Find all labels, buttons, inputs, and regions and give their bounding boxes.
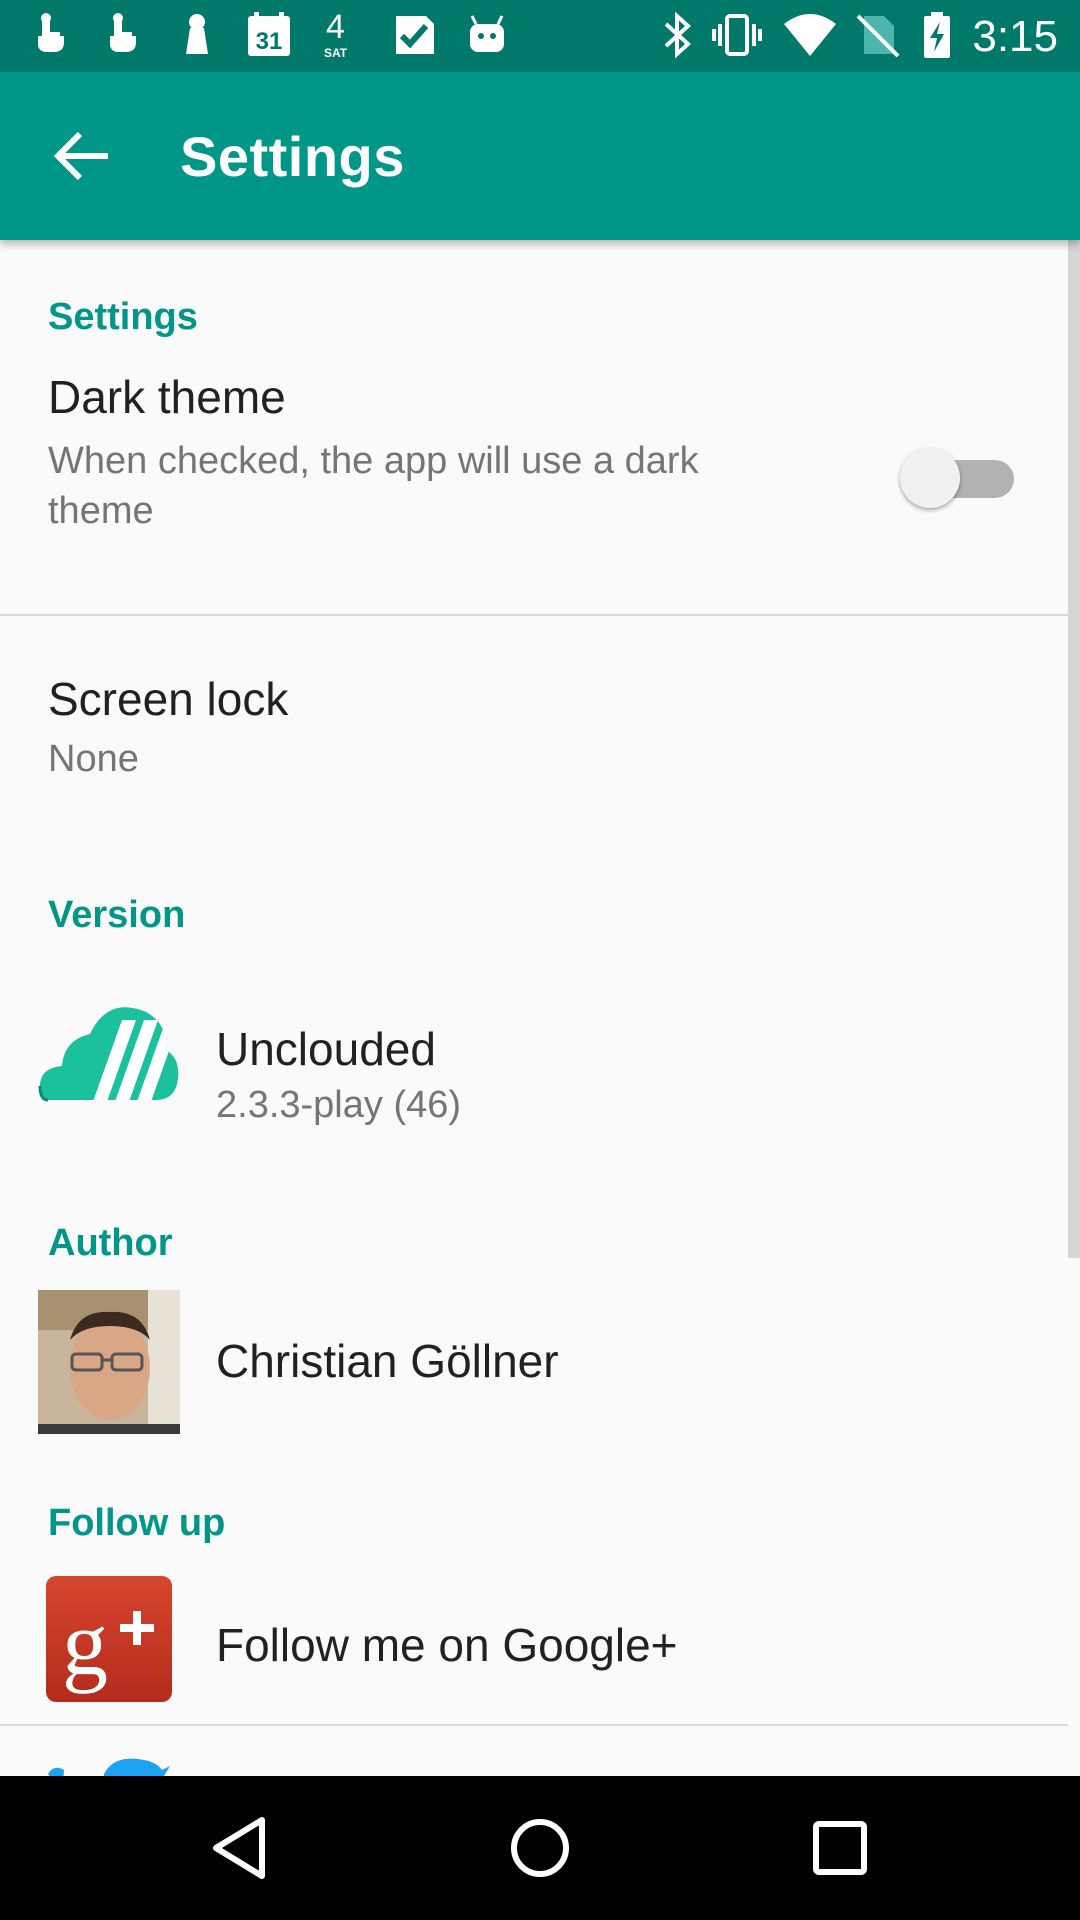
app-logo-cloud-icon (38, 1007, 179, 1102)
weather-day-label: SAT (324, 46, 348, 60)
vibrate-icon (712, 14, 762, 56)
author-item[interactable]: Christian Göllner (0, 1288, 1068, 1434)
author-avatar (38, 1290, 180, 1434)
version-number: 2.3.3-play (46) (216, 1084, 462, 1126)
svg-text:g: g (62, 1592, 108, 1694)
home-icon[interactable] (500, 1808, 580, 1888)
divider (0, 1724, 1068, 1726)
back-arrow-icon[interactable] (36, 114, 132, 198)
category-version: Version (48, 894, 186, 936)
check-icon (396, 16, 434, 54)
android-icon (470, 15, 504, 52)
settings-list[interactable]: Settings Dark theme When checked, the ap… (0, 240, 1080, 1776)
page-title: Settings (180, 125, 405, 188)
weather-day-number: 4 (326, 8, 345, 46)
battery-charging-icon (924, 12, 950, 58)
google-plus-title: Follow me on Google+ (216, 1619, 678, 1671)
google-plus-item[interactable]: g Follow me on Google+ (0, 1574, 1068, 1730)
category-follow-up: Follow up (48, 1502, 226, 1544)
screen-lock-summary: None (48, 738, 139, 780)
google-plus-icon: g (46, 1576, 172, 1702)
switch-thumb (900, 448, 960, 508)
no-sim-icon (856, 14, 900, 58)
screen-lock-title: Screen lock (48, 673, 289, 725)
calendar-day: 31 (255, 28, 283, 55)
navigation-bar (0, 1776, 1080, 1920)
dark-theme-summary: When checked, the app will use a dark th… (48, 440, 699, 532)
version-app-name: Unclouded (216, 1023, 436, 1075)
author-name: Christian Göllner (216, 1335, 559, 1387)
gesture-icon (110, 13, 136, 52)
dark-theme-switch[interactable] (900, 448, 1018, 510)
calendar-icon: 31 (244, 10, 294, 60)
bluetooth-icon (664, 11, 691, 59)
scrollbar[interactable] (1068, 240, 1080, 1258)
app-bar: Settings (0, 72, 1080, 240)
category-author: Author (48, 1222, 173, 1264)
status-time: 3:15 (972, 12, 1058, 61)
version-item[interactable]: Unclouded 2.3.3-play (46) (0, 980, 1068, 1160)
gesture-icon (38, 13, 64, 52)
weather-icon: 4 SAT (318, 8, 368, 60)
keyhole-icon (186, 14, 208, 54)
screen-lock-pref[interactable]: Screen lock None (0, 616, 1068, 796)
status-bar: 31 4 SAT 3:15 (0, 0, 1080, 72)
twitter-icon (48, 1758, 170, 1776)
dark-theme-title: Dark theme (48, 371, 286, 423)
wifi-icon (784, 14, 836, 56)
back-icon[interactable] (200, 1808, 280, 1888)
recents-icon[interactable] (800, 1808, 880, 1888)
category-settings: Settings (48, 296, 198, 338)
